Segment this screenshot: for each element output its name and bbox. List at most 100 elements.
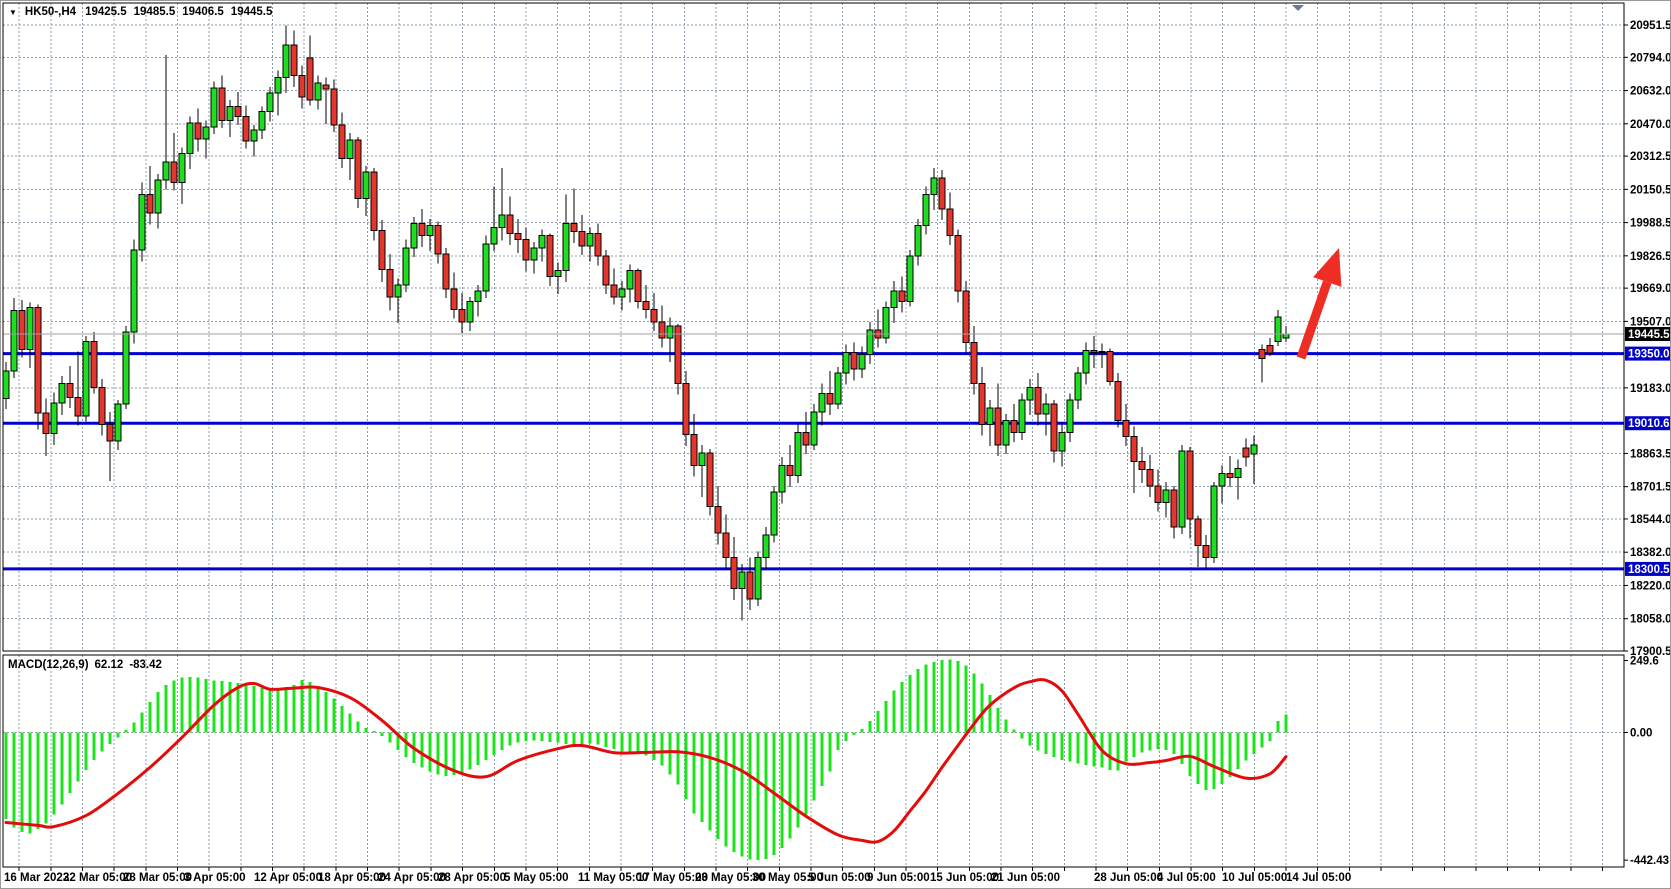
- candle-body: [219, 88, 225, 121]
- up-arrow-annotation[interactable]: [1297, 248, 1342, 360]
- candle-body: [355, 140, 361, 198]
- macd-bar: [797, 733, 800, 828]
- macd-bar: [381, 733, 384, 736]
- ohlc-low: 19406.5: [182, 6, 224, 18]
- candle-body: [771, 492, 777, 535]
- candle-body: [1195, 519, 1201, 546]
- candle-body: [987, 408, 993, 424]
- macd-bar: [821, 733, 824, 786]
- candle-body: [563, 223, 569, 270]
- candle-body: [627, 270, 633, 288]
- macd-bar: [221, 681, 224, 732]
- macd-bar: [733, 733, 736, 853]
- macd-bar: [1285, 715, 1288, 733]
- macd-bar: [1021, 733, 1024, 739]
- candle-body: [603, 256, 609, 285]
- candle-body: [1227, 474, 1233, 478]
- candle-body: [259, 111, 265, 129]
- macd-bar: [1269, 733, 1272, 741]
- candle-body: [531, 248, 537, 260]
- macd-bar: [1053, 733, 1056, 758]
- macd-bar: [813, 733, 816, 801]
- candle-body: [51, 403, 57, 434]
- macd-bar: [1029, 733, 1032, 746]
- macd-axis-label: 0.00: [1630, 728, 1652, 740]
- macd-bar: [789, 733, 792, 839]
- macd-bar: [989, 695, 992, 733]
- time-axis-label: 24 Apr 05:00: [378, 872, 446, 884]
- candle-body: [99, 387, 105, 424]
- candle-body: [1099, 352, 1105, 353]
- chart-shift-marker-icon[interactable]: [1292, 5, 1304, 11]
- candle-body: [1003, 420, 1009, 445]
- candle-body: [459, 309, 465, 321]
- candle-body: [715, 506, 721, 533]
- candle-body: [779, 465, 785, 492]
- candle-body: [931, 178, 937, 194]
- candle-body: [491, 227, 497, 243]
- candle-body: [59, 383, 65, 402]
- time-axis[interactable]: 16 Mar 202322 Mar 05:0028 Mar 05:003 Apr…: [4, 867, 1603, 884]
- candle-body: [35, 307, 41, 413]
- price-axis-label: 18220.0: [1630, 580, 1671, 592]
- candle-body: [1211, 486, 1217, 558]
- candle-body: [1179, 451, 1185, 527]
- macd-bar: [1141, 733, 1144, 753]
- candle-body: [171, 162, 177, 183]
- macd-bar: [1245, 733, 1248, 761]
- candle-body: [451, 289, 457, 310]
- macd-bar: [581, 733, 584, 745]
- candle-body: [523, 240, 529, 261]
- macd-bar: [885, 701, 888, 733]
- indicator-name: MACD(12,26,9): [8, 659, 89, 671]
- time-axis-label: 28 Apr 05:00: [438, 872, 506, 884]
- time-axis-label: 22 Mar 05:00: [63, 872, 132, 884]
- time-axis-label: 21 Jun 05:00: [991, 872, 1060, 884]
- macd-bar: [1173, 733, 1176, 755]
- macd-bar: [685, 733, 688, 799]
- macd-bar: [493, 733, 496, 756]
- macd-bar: [157, 692, 160, 732]
- candle-body: [651, 309, 657, 321]
- candle-body: [691, 435, 697, 466]
- macd-bar: [173, 681, 176, 733]
- macd-bar: [285, 687, 288, 733]
- candle-body: [1259, 349, 1265, 358]
- candle-body: [475, 291, 481, 301]
- macd-bar: [669, 733, 672, 775]
- macd-bar: [1117, 733, 1120, 771]
- candle-body: [347, 140, 353, 158]
- candle-body: [547, 236, 553, 277]
- candle-body: [1267, 345, 1273, 353]
- macd-bar: [1077, 733, 1080, 764]
- time-axis-label: 18 Apr 05:00: [318, 872, 386, 884]
- price-axis-label: 19826.5: [1630, 251, 1671, 263]
- indicator-label: MACD(12,26,9) 62.12 -83.42: [8, 659, 162, 671]
- candle-body: [971, 342, 977, 383]
- macd-bar: [941, 660, 944, 733]
- macd-bar: [1229, 733, 1232, 778]
- macd-bar: [421, 733, 424, 768]
- indicator-signal-value: -83.42: [129, 659, 162, 671]
- price-axis-label: 19669.0: [1630, 283, 1671, 295]
- macd-bar: [637, 733, 640, 754]
- candle-body: [379, 230, 385, 269]
- candle-body: [611, 285, 617, 297]
- macd-bar: [741, 733, 744, 857]
- price-axis-label: 19183.0: [1630, 383, 1671, 395]
- candle-body: [1123, 420, 1129, 436]
- candle-body: [747, 572, 753, 599]
- candle-body: [275, 78, 281, 93]
- macd-bar: [829, 733, 832, 772]
- candle-body: [939, 178, 945, 209]
- candle-body: [1147, 470, 1153, 486]
- symbol-menu-icon[interactable]: ▼: [9, 8, 17, 17]
- candle-body: [1051, 404, 1057, 451]
- macd-bar: [229, 682, 232, 732]
- chart-canvas: 20951.520794.020632.020470.020312.520150…: [1, 1, 1671, 889]
- ohlc-high: 19485.5: [134, 6, 176, 18]
- macd-bar: [997, 708, 1000, 733]
- candle-body: [163, 162, 169, 180]
- macd-bar: [69, 733, 72, 794]
- time-axis-label: 4 Jul 05:00: [1157, 872, 1216, 884]
